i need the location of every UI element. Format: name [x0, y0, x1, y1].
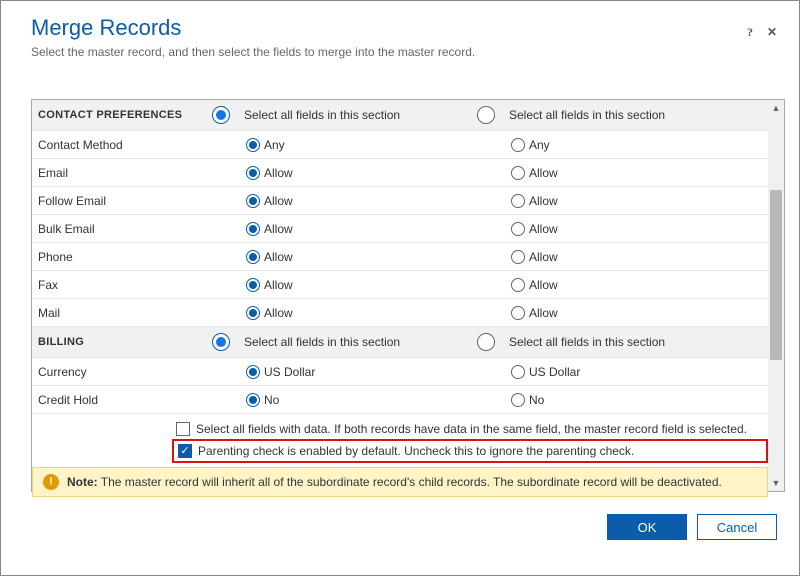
scroll-up-arrow-icon[interactable]: ▲: [768, 100, 784, 116]
field-row-contact-method: Contact Method Any Any: [32, 131, 768, 159]
field-value-b: Allow: [529, 306, 558, 320]
dialog-header: Merge Records Select the master record, …: [1, 1, 799, 69]
parenting-check-label: Parenting check is enabled by default. U…: [198, 444, 634, 458]
field-radio-b[interactable]: [511, 250, 525, 264]
note-prefix: Note:: [67, 475, 98, 489]
close-icon[interactable]: ✕: [767, 25, 777, 40]
field-radio-a[interactable]: [246, 222, 260, 236]
ok-button[interactable]: OK: [607, 514, 687, 540]
field-value-a: Allow: [264, 306, 293, 320]
parenting-check-option: ✓ Parenting check is enabled by default.…: [172, 439, 768, 463]
field-value-b: No: [529, 393, 544, 407]
select-all-section-a-radio[interactable]: [212, 333, 230, 351]
field-row-fax: Fax Allow Allow: [32, 271, 768, 299]
field-value-b: Allow: [529, 166, 558, 180]
select-all-data-option: Select all fields with data. If both rec…: [172, 419, 768, 439]
field-row-follow-email: Follow Email Allow Allow: [32, 187, 768, 215]
field-value-a: Allow: [264, 166, 293, 180]
select-all-section-a-radio[interactable]: [212, 106, 230, 124]
scroll-down-arrow-icon[interactable]: ▼: [768, 475, 784, 491]
select-all-data-label: Select all fields with data. If both rec…: [196, 422, 747, 436]
field-value-a: Allow: [264, 250, 293, 264]
select-all-section-b-label: Select all fields in this section: [509, 335, 665, 349]
field-value-a: No: [264, 393, 279, 407]
field-label: Contact Method: [32, 138, 212, 152]
field-label: Bulk Email: [32, 222, 212, 236]
field-value-a: Allow: [264, 278, 293, 292]
select-all-section-a-label: Select all fields in this section: [244, 335, 400, 349]
cancel-button[interactable]: Cancel: [697, 514, 777, 540]
field-radio-a[interactable]: [246, 278, 260, 292]
merge-records-dialog: Merge Records Select the master record, …: [1, 1, 799, 552]
field-label: Currency: [32, 365, 212, 379]
field-radio-a[interactable]: [246, 250, 260, 264]
section-contact-preferences: CONTACT PREFERENCES Select all fields in…: [32, 100, 768, 131]
field-radio-a[interactable]: [246, 365, 260, 379]
field-radio-a[interactable]: [246, 138, 260, 152]
select-all-section-b-label: Select all fields in this section: [509, 108, 665, 122]
dialog-subtitle: Select the master record, and then selec…: [31, 45, 769, 59]
warning-icon: !: [43, 474, 59, 490]
field-radio-b[interactable]: [511, 306, 525, 320]
field-row-bulk-email: Bulk Email Allow Allow: [32, 215, 768, 243]
field-radio-b[interactable]: [511, 138, 525, 152]
select-all-data-checkbox[interactable]: [176, 422, 190, 436]
field-row-mail: Mail Allow Allow: [32, 299, 768, 327]
field-label: Credit Hold: [32, 393, 212, 407]
field-value-b: Allow: [529, 250, 558, 264]
field-radio-a[interactable]: [246, 393, 260, 407]
field-radio-a[interactable]: [246, 194, 260, 208]
field-label: Mail: [32, 306, 212, 320]
scroll-thumb[interactable]: [770, 190, 782, 360]
dialog-title: Merge Records: [31, 15, 769, 41]
field-row-currency: Currency US Dollar US Dollar: [32, 358, 768, 386]
field-value-a: Allow: [264, 222, 293, 236]
field-value-a: Allow: [264, 194, 293, 208]
field-radio-a[interactable]: [246, 166, 260, 180]
field-radio-b[interactable]: [511, 222, 525, 236]
field-radio-b[interactable]: [511, 194, 525, 208]
field-label: Fax: [32, 278, 212, 292]
field-value-a: Any: [264, 138, 285, 152]
field-label: Follow Email: [32, 194, 212, 208]
vertical-scrollbar[interactable]: ▲ ▼: [768, 100, 784, 491]
field-row-email: Email Allow Allow: [32, 159, 768, 187]
section-billing: BILLING Select all fields in this sectio…: [32, 327, 768, 358]
field-value-b: Any: [529, 138, 550, 152]
field-value-b: Allow: [529, 222, 558, 236]
select-all-section-b-radio[interactable]: [477, 106, 495, 124]
field-radio-b[interactable]: [511, 278, 525, 292]
field-radio-b[interactable]: [511, 393, 525, 407]
note-text: Note: The master record will inherit all…: [67, 475, 722, 489]
field-radio-b[interactable]: [511, 166, 525, 180]
field-value-b: US Dollar: [529, 365, 580, 379]
field-value-b: Allow: [529, 194, 558, 208]
field-row-phone: Phone Allow Allow: [32, 243, 768, 271]
section-label: BILLING: [32, 336, 212, 348]
field-row-credit-hold: Credit Hold No No: [32, 386, 768, 414]
section-label: CONTACT PREFERENCES: [32, 109, 212, 121]
parenting-check-checkbox[interactable]: ✓: [178, 444, 192, 458]
field-radio-b[interactable]: [511, 365, 525, 379]
field-value-b: Allow: [529, 278, 558, 292]
fields-grid: CONTACT PREFERENCES Select all fields in…: [32, 100, 768, 491]
field-radio-a[interactable]: [246, 306, 260, 320]
select-all-section-b-radio[interactable]: [477, 333, 495, 351]
help-icon[interactable]: ?: [747, 25, 753, 40]
field-value-a: US Dollar: [264, 365, 315, 379]
field-label: Phone: [32, 250, 212, 264]
note-body: The master record will inherit all of th…: [101, 475, 722, 489]
field-label: Email: [32, 166, 212, 180]
select-all-section-a-label: Select all fields in this section: [244, 108, 400, 122]
fields-scroll-area: CONTACT PREFERENCES Select all fields in…: [31, 99, 785, 492]
bottom-options: Select all fields with data. If both rec…: [32, 414, 768, 463]
dialog-footer: OK Cancel: [1, 502, 799, 552]
note-bar: ! Note: The master record will inherit a…: [32, 467, 768, 497]
